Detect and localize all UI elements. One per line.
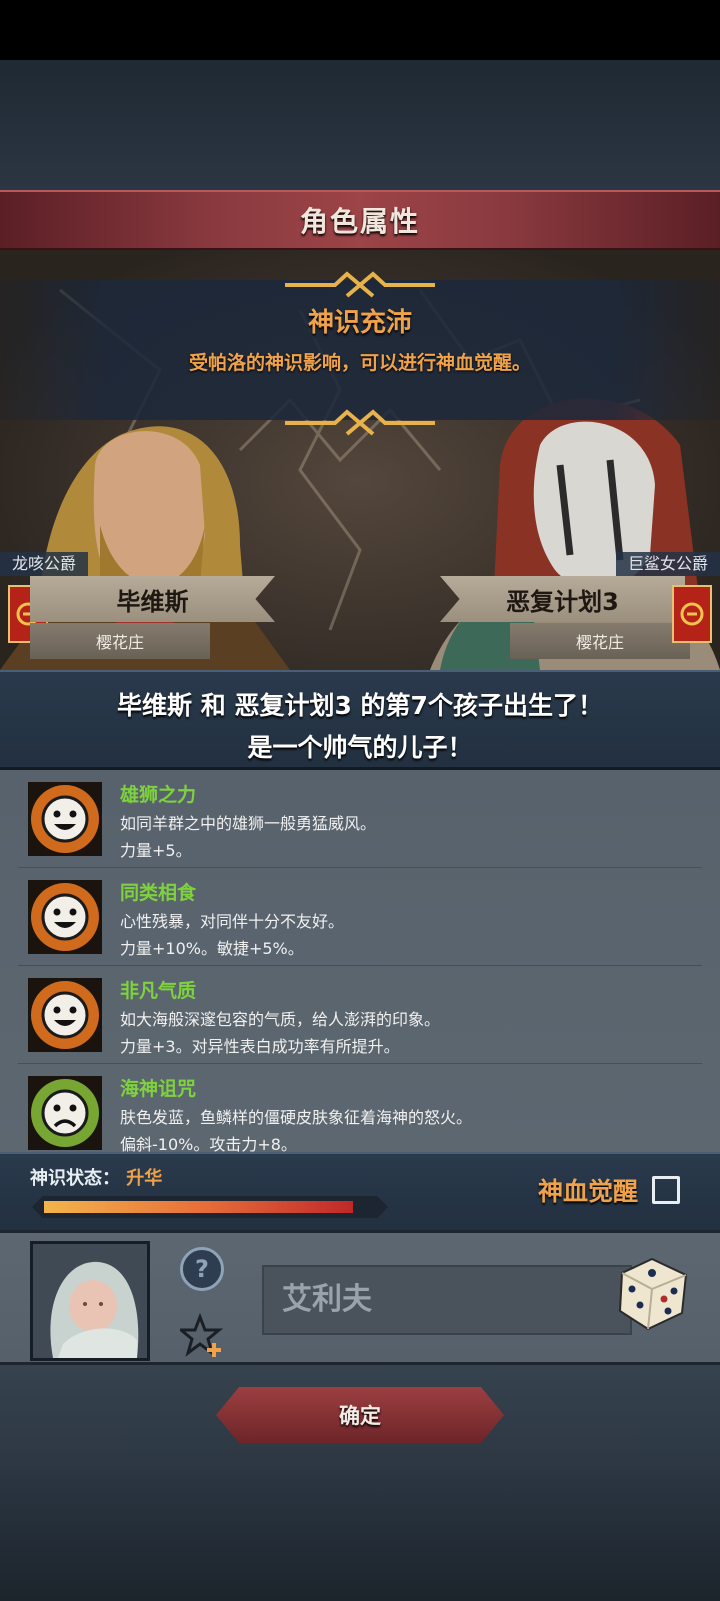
- trait-effect: 力量+10%。敏捷+5%。: [120, 939, 304, 958]
- page-title: 角色属性: [299, 205, 420, 238]
- mother-rank: 巨鲨女公爵: [615, 552, 720, 576]
- help-button[interactable]: ?: [180, 1247, 224, 1291]
- divinity-progress-bar: [32, 1196, 388, 1218]
- ornament-bottom: [285, 409, 435, 436]
- divinity-status-label: 神识状态： 升华: [30, 1164, 162, 1190]
- title-bar: 角色属性: [0, 190, 720, 250]
- trait-description: 心性残暴，对同伴十分不友好。: [120, 912, 345, 931]
- upper-backdrop: [0, 60, 720, 190]
- birth-line-2: 是一个帅气的儿子！: [247, 733, 473, 762]
- smile-face-icon: [28, 782, 102, 856]
- divinity-banner: 神识充沛 受帕洛的神识影响，可以进行神血觉醒。: [0, 271, 720, 436]
- divinity-progress-fill: [44, 1201, 353, 1213]
- ornament-top: [285, 271, 435, 298]
- mother-estate: 樱花庄: [510, 623, 690, 659]
- birth-announcement: 毕维斯 和 恶复计划3 的第7个孩子出生了！ 是一个帅气的儿子！: [0, 670, 720, 770]
- random-name-dice-icon[interactable]: [612, 1253, 692, 1333]
- awaken-checkbox[interactable]: [652, 1176, 680, 1204]
- trait-name: 同类相食: [120, 882, 197, 904]
- trait-row: 非凡气质 如大海般深邃包容的气质，给人澎湃的印象。 力量+3。对异性表白成功率有…: [0, 966, 720, 1064]
- trait-effect: 力量+5。: [120, 841, 192, 860]
- add-favorite-star-icon[interactable]: [180, 1313, 226, 1359]
- trait-name: 海神诅咒: [120, 1078, 197, 1100]
- child-name-input[interactable]: 艾利夫: [262, 1265, 632, 1335]
- trait-list[interactable]: 雄狮之力 如同羊群之中的雄狮一般勇猛威风。 力量+5。 同类相食 心性残暴，对同…: [0, 770, 720, 1152]
- trait-name: 非凡气质: [120, 980, 197, 1002]
- top-letterbox: [0, 0, 720, 60]
- mother-name: 恶复计划3: [440, 576, 685, 622]
- trait-effect: 力量+3。对异性表白成功率有所提升。: [120, 1037, 400, 1056]
- smile-face-icon: [28, 978, 102, 1052]
- trait-name: 雄狮之力: [120, 784, 197, 806]
- parents-scene: 神识充沛 受帕洛的神识影响，可以进行神血觉醒。 龙咳公爵 巨鲨女公爵 毕维斯 樱…: [0, 250, 720, 670]
- father-name: 毕维斯: [30, 576, 275, 622]
- status-value: 升华: [126, 1168, 163, 1189]
- baby-icon: [50, 1261, 139, 1358]
- mother-crest-icon: [672, 585, 712, 643]
- banner-subtitle: 受帕洛的神识影响，可以进行神血觉醒。: [188, 352, 531, 374]
- father-estate: 樱花庄: [30, 623, 210, 659]
- child-panel: ? 艾利夫: [0, 1230, 720, 1362]
- birth-line-1: 毕维斯 和 恶复计划3 的第7个孩子出生了！: [117, 691, 603, 720]
- banner-title: 神识充沛: [307, 308, 412, 338]
- confirm-button[interactable]: 确定: [216, 1387, 504, 1443]
- lower-backdrop: [0, 1470, 720, 1601]
- footer: 确定: [0, 1362, 720, 1470]
- blood-awaken-toggle[interactable]: 神血觉醒: [538, 1172, 680, 1208]
- trait-description: 如大海般深邃包容的气质，给人澎湃的印象。: [120, 1010, 441, 1029]
- father-rank: 龙咳公爵: [0, 552, 89, 576]
- baby-avatar: [30, 1241, 150, 1361]
- status-key: 神识状态：: [30, 1168, 120, 1189]
- trait-description: 如同羊群之中的雄狮一般勇猛威风。: [120, 814, 377, 833]
- smile-face-icon: [28, 880, 102, 954]
- sad-face-icon: [28, 1076, 102, 1150]
- trait-row: 同类相食 心性残暴，对同伴十分不友好。 力量+10%。敏捷+5%。: [0, 868, 720, 966]
- trait-description: 肤色发蓝，鱼鳞样的僵硬皮肤象征着海神的怒火。: [120, 1108, 473, 1127]
- awaken-label: 神血觉醒: [537, 1177, 638, 1206]
- trait-row: 雄狮之力 如同羊群之中的雄狮一般勇猛威风。 力量+5。: [0, 770, 720, 868]
- divinity-status: 神识状态： 升华 神血觉醒: [0, 1152, 720, 1230]
- trait-effect: 偏斜-10%。攻击力+8。: [120, 1135, 297, 1152]
- trait-row: 海神诅咒 肤色发蓝，鱼鳞样的僵硬皮肤象征着海神的怒火。 偏斜-10%。攻击力+8…: [0, 1064, 720, 1152]
